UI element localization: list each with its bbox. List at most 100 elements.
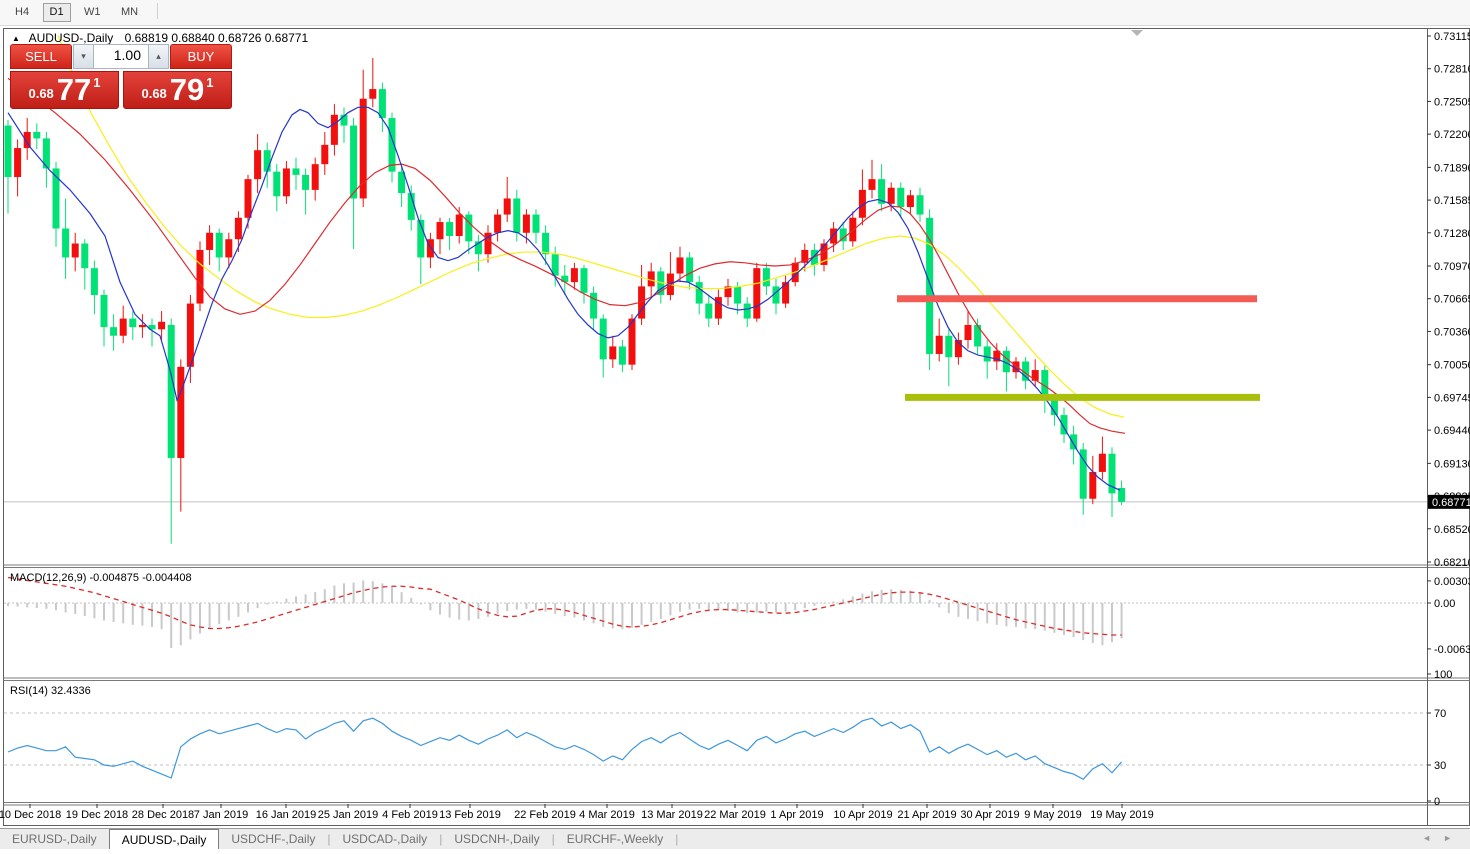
candle-body (581, 268, 588, 293)
candle-body (254, 150, 261, 179)
collapse-arrow-icon[interactable]: ▲ (12, 34, 20, 43)
price-tick-label: 0.68210 (1434, 557, 1470, 569)
candle-body (110, 327, 117, 336)
macd-indicator-label: MACD(12,26,9) -0.004875 -0.004408 (10, 572, 192, 584)
price-tick-label: 0.71280 (1434, 228, 1470, 240)
candle-body (907, 195, 914, 207)
chart-area[interactable]: 0.731150.728100.725050.722000.718900.715… (0, 0, 1470, 849)
buy-price-tile[interactable]: 0.68 79 1 (123, 71, 232, 109)
date-tick-label: 28 Dec 2018 (132, 809, 194, 821)
tab-usdcnh-daily[interactable]: USDCNH-,Daily (442, 830, 551, 848)
date-tick-label: 22 Mar 2019 (704, 809, 766, 821)
candle-body (705, 304, 712, 319)
timeframe-button-w1[interactable]: W1 (77, 3, 108, 22)
sell-price-small: 0.68 (28, 86, 53, 101)
candle-body (936, 336, 943, 354)
candle-body (1080, 449, 1087, 498)
candle-body (571, 268, 578, 282)
macd-tick-label: 0.00 (1434, 598, 1455, 610)
date-tick-label: 1 Apr 2019 (770, 809, 823, 821)
price-tick-label: 0.70050 (1434, 360, 1470, 372)
date-tick-label: 10 Apr 2019 (833, 809, 892, 821)
date-tick-label: 9 May 2019 (1024, 809, 1081, 821)
candle-body (609, 346, 616, 359)
price-tick-label: 0.70665 (1434, 294, 1470, 306)
candle-body (245, 179, 252, 218)
price-tick-label: 0.70360 (1434, 326, 1470, 338)
candle-body (734, 286, 741, 303)
tab-scroll-right-icon[interactable]: ► (1443, 833, 1464, 843)
sell-price-big: 77 (57, 76, 91, 104)
date-tick-label: 7 Jan 2019 (194, 809, 248, 821)
macd-tick-label: 0.003035 (1434, 576, 1470, 588)
candle-body (648, 271, 655, 286)
chart-title: ▲ AUDUSD-,Daily 0.68819 0.68840 0.68726 … (12, 31, 308, 45)
candle-body (91, 268, 98, 295)
volume-increase-icon[interactable]: ▴ (149, 45, 168, 68)
price-tick-label: 0.69130 (1434, 458, 1470, 470)
candle-body (53, 168, 60, 228)
candle-body (744, 304, 751, 319)
chart-frame (4, 29, 1470, 826)
candle-body (139, 325, 146, 327)
candle-body (917, 195, 924, 214)
rsi-tick-label: 70 (1434, 708, 1446, 720)
candle-body (283, 168, 290, 196)
sell-price-tile[interactable]: 0.68 77 1 (10, 71, 119, 109)
candle-body (129, 319, 136, 328)
volume-input[interactable]: 1.00 (93, 45, 149, 68)
price-chart-svg: 0.731150.728100.725050.722000.718900.715… (0, 0, 1470, 849)
candle-body (321, 145, 328, 164)
date-tick-label: 13 Mar 2019 (641, 809, 703, 821)
toolbar-separator (157, 3, 158, 19)
candle-body (945, 336, 952, 357)
timeframe-toolbar: H4 D1 W1 MN (0, 0, 1470, 26)
chart-shift-marker-icon (1131, 30, 1143, 36)
timeframe-button-h4[interactable]: H4 (8, 3, 36, 22)
candle-body (974, 325, 981, 346)
candle-body (168, 325, 175, 458)
tab-usdcad-daily[interactable]: USDCAD-,Daily (331, 830, 440, 848)
price-tick-label: 0.71585 (1434, 195, 1470, 207)
price-tick-label: 0.71890 (1434, 162, 1470, 174)
resistance-ray (897, 295, 1257, 302)
one-click-trade-panel: SELL ▾ 1.00 ▴ BUY 0.68 77 1 0.68 79 1 (10, 44, 232, 109)
volume-stepper: ▾ 1.00 ▴ (73, 44, 169, 69)
candle-body (696, 282, 703, 303)
candle-body (312, 164, 319, 190)
symbol-period-label: AUDUSD-,Daily (29, 31, 114, 45)
candle-body (782, 282, 789, 303)
timeframe-button-mn[interactable]: MN (114, 3, 145, 22)
rsi-tick-label: 100 (1434, 669, 1452, 681)
sell-button[interactable]: SELL (10, 44, 72, 69)
tab-usdchf-daily[interactable]: USDCHF-,Daily (219, 830, 327, 848)
timeframe-button-d1[interactable]: D1 (43, 3, 71, 22)
candle-body (216, 233, 223, 258)
tab-audusd-daily[interactable]: AUDUSD-,Daily (109, 829, 220, 849)
price-tick-label: 0.69745 (1434, 392, 1470, 404)
date-tick-label: 22 Feb 2019 (514, 809, 576, 821)
candle-body (5, 126, 12, 177)
candle-body (849, 218, 856, 242)
tab-scroll-arrows[interactable]: ◄► (1422, 833, 1464, 843)
date-tick-label: 19 May 2019 (1090, 809, 1154, 821)
macd-tick-label: -0.006311 (1434, 644, 1470, 656)
candle-body (369, 89, 376, 99)
buy-price-pip: 1 (206, 75, 213, 90)
price-tick-label: 0.72810 (1434, 64, 1470, 76)
tab-eurchf-weekly[interactable]: EURCHF-,Weekly (555, 830, 675, 848)
tab-scroll-left-icon[interactable]: ◄ (1422, 833, 1443, 843)
candle-body (101, 295, 108, 327)
candle-body (177, 367, 184, 458)
buy-button[interactable]: BUY (170, 44, 232, 69)
candle-body (302, 175, 309, 190)
buy-price-big: 79 (170, 76, 204, 104)
date-tick-label: 13 Feb 2019 (439, 809, 501, 821)
volume-decrease-icon[interactable]: ▾ (74, 45, 93, 68)
candle-body (542, 233, 549, 254)
candle-body (120, 319, 127, 336)
candle-body (1089, 472, 1096, 499)
tab-eurusd-daily[interactable]: EURUSD-,Daily (0, 830, 109, 848)
candle-body (158, 322, 165, 330)
support-ray (905, 394, 1260, 401)
